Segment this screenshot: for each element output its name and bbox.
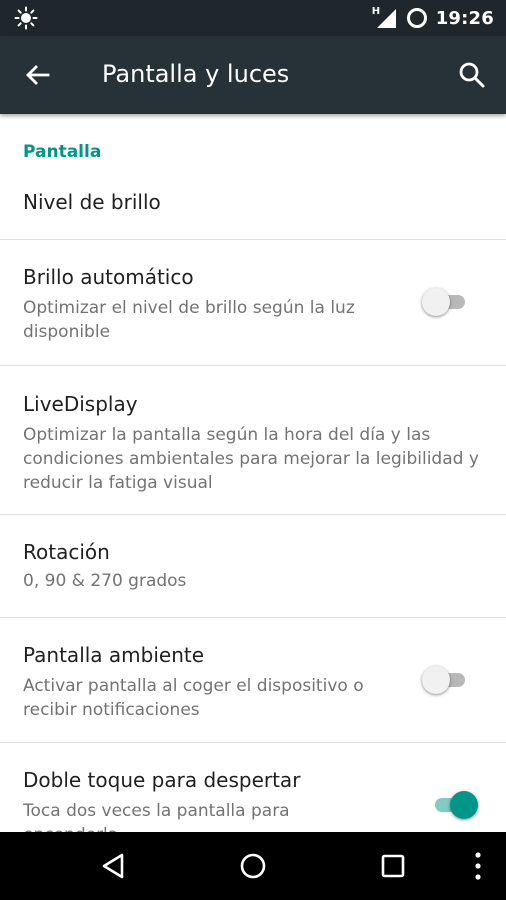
auto-brightness-switch[interactable] — [422, 287, 472, 317]
setting-brightness-level[interactable]: Nivel de brillo — [0, 174, 506, 239]
setting-title: LiveDisplay — [23, 392, 138, 416]
setting-summary: Activar pantalla al coger el dispositivo… — [23, 676, 364, 720]
setting-summary: Toca dos veces la pantalla para encender… — [23, 801, 290, 832]
setting-summary: 0, 90 & 270 grados — [23, 571, 187, 591]
ambient-display-switch[interactable] — [422, 665, 472, 695]
setting-rotation[interactable]: Rotación 0, 90 & 270 grados — [0, 515, 506, 617]
switch-thumb — [450, 791, 478, 819]
recents-square-icon[interactable] — [376, 849, 410, 883]
setting-title: Pantalla ambiente — [23, 643, 205, 667]
setting-ambient-display[interactable]: Pantalla ambiente Activar pantalla al co… — [0, 618, 506, 742]
switch-thumb — [422, 288, 450, 316]
setting-auto-brightness[interactable]: Brillo automático Optimizar el nivel de … — [0, 240, 506, 365]
setting-livedisplay[interactable]: LiveDisplay Optimizar la pantalla según … — [0, 366, 506, 514]
navigation-bar — [0, 832, 506, 900]
back-triangle-icon[interactable] — [96, 849, 130, 883]
status-bar: H 19:26 — [0, 0, 506, 36]
brightness-notification-icon — [14, 6, 38, 30]
arrow-left-icon[interactable] — [22, 59, 54, 91]
clock: 19:26 — [435, 7, 494, 29]
battery-ring-icon — [406, 7, 428, 29]
setting-title: Nivel de brillo — [23, 190, 161, 214]
setting-summary: Optimizar la pantalla según la hora del … — [23, 425, 479, 493]
home-circle-icon[interactable] — [236, 849, 270, 883]
app-bar: Pantalla y luces — [0, 36, 506, 114]
switch-thumb — [422, 666, 450, 694]
search-icon[interactable] — [456, 59, 488, 91]
section-header: Pantalla — [23, 142, 102, 162]
setting-double-tap-wake[interactable]: Doble toque para despertar Toca dos vece… — [0, 743, 506, 832]
setting-title: Brillo automático — [23, 265, 194, 289]
cell-signal-icon: H — [372, 6, 398, 30]
page-title: Pantalla y luces — [102, 60, 290, 88]
setting-title: Doble toque para despertar — [23, 768, 301, 792]
double-tap-switch[interactable] — [428, 790, 478, 820]
setting-title: Rotación — [23, 540, 110, 564]
setting-summary: Optimizar el nivel de brillo según la lu… — [23, 298, 355, 342]
settings-list: Pantalla Nivel de brillo Brillo automáti… — [0, 114, 506, 832]
overflow-menu-icon[interactable] — [461, 849, 495, 883]
